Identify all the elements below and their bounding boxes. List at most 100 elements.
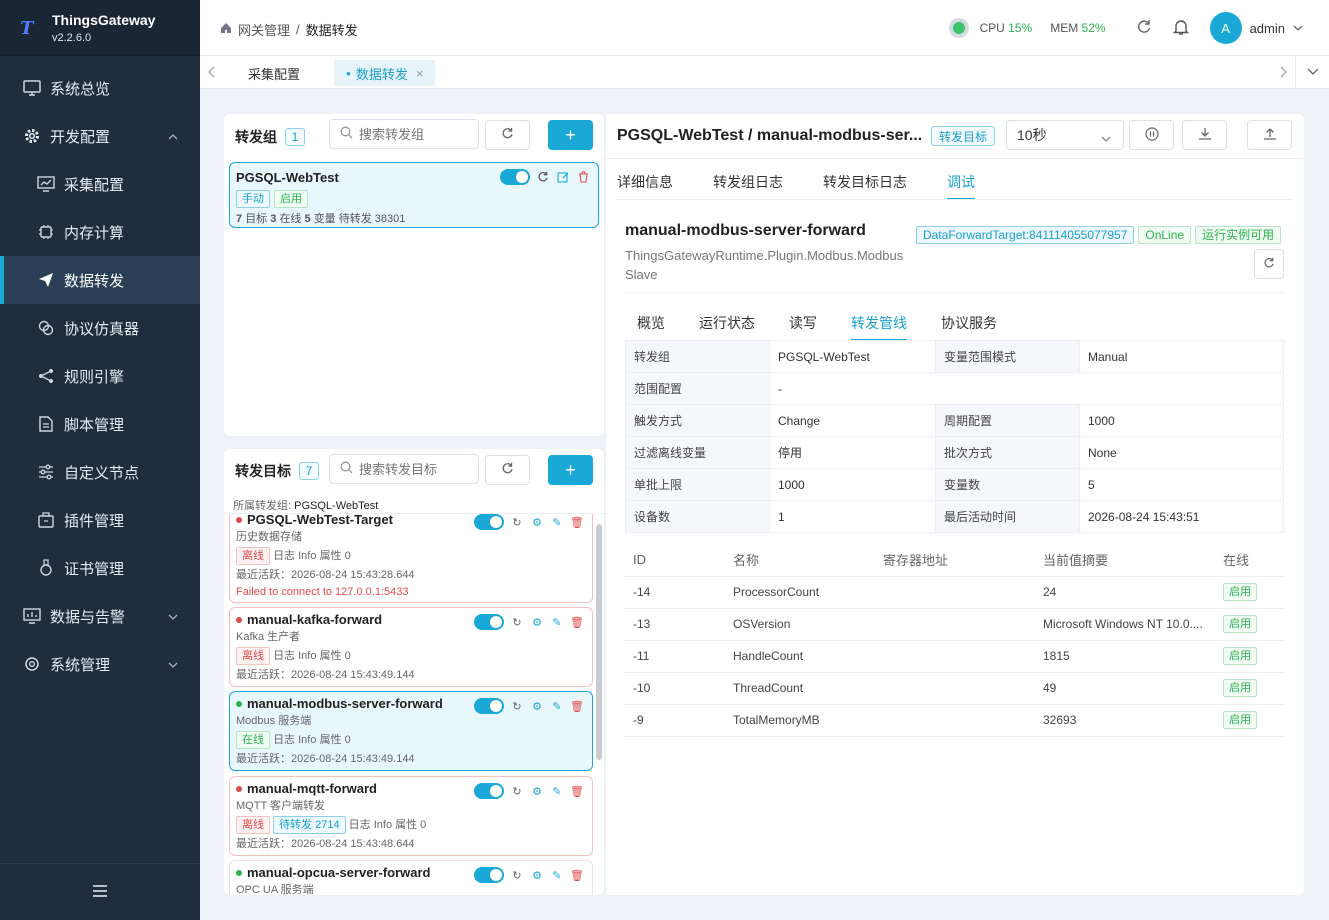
group-stats: 7 目标 3 在线 5 变量 待转发 38301 — [236, 210, 405, 226]
tab-data-forward[interactable]: ● 数据转发 × — [334, 60, 436, 86]
group-card[interactable]: PGSQL-WebTest 手动 启用 7 目标 3 在线 5 变量 待转发 3… — [229, 162, 599, 228]
target-card-selected[interactable]: manual-modbus-server-forward ↻ ⚙ ✎ 🗑 Modbus… — [229, 691, 593, 771]
table-row[interactable]: -10 ThreadCount 49 启用 — [625, 672, 1284, 705]
refresh-icon[interactable] — [1136, 19, 1152, 38]
interval-value: 10秒 — [1017, 127, 1047, 143]
edit-icon[interactable]: ✎ — [550, 515, 564, 529]
sidebar-item-rule-engine[interactable]: 规则引擎 — [0, 352, 200, 400]
edit-icon[interactable]: ✎ — [550, 699, 564, 713]
subtab-overview[interactable]: 概览 — [637, 313, 665, 333]
sidebar-item-memory-compute[interactable]: 内存计算 — [0, 208, 200, 256]
subtab-protocol[interactable]: 协议服务 — [941, 313, 997, 333]
breadcrumb-item[interactable]: 网关管理 — [238, 20, 290, 39]
refresh-icon[interactable]: ↻ — [510, 699, 524, 713]
target-list-scrollbar[interactable] — [596, 524, 602, 760]
edit-icon[interactable]: ✎ — [550, 615, 564, 629]
tab-debug[interactable]: 调试 — [947, 172, 975, 200]
delete-icon[interactable]: 🗑 — [570, 515, 584, 529]
sidebar-item-simulator[interactable]: 协议仿真器 — [0, 304, 200, 352]
sidebar-item-custom-node[interactable]: 自定义节点 — [0, 448, 200, 496]
target-enable-toggle[interactable] — [474, 867, 504, 883]
target-search-field[interactable] — [359, 461, 469, 477]
table-row[interactable]: -11 HandleCount 1815 启用 — [625, 640, 1284, 673]
table-row[interactable]: -13 OSVersion Microsoft Windows NT 10.0...… — [625, 608, 1284, 641]
sidebar-item-label: 系统总览 — [50, 80, 111, 98]
subtab-pipeline[interactable]: 转发管线 — [851, 313, 907, 341]
chevron-right-icon[interactable] — [1279, 66, 1287, 81]
refresh-icon[interactable]: ↻ — [510, 784, 524, 798]
target-card[interactable]: manual-mqtt-forward ↻ ⚙ ✎ 🗑 MQTT 客户端转发 离线 待… — [229, 776, 593, 856]
delete-icon[interactable]: 🗑 — [570, 699, 584, 713]
chevron-down-icon[interactable] — [1295, 56, 1329, 88]
edit-icon[interactable] — [556, 170, 570, 184]
delete-icon[interactable]: 🗑 — [570, 784, 584, 798]
refresh-groups-button[interactable] — [485, 120, 530, 150]
table-row[interactable]: -9 TotalMemoryMB 32693 启用 — [625, 704, 1284, 737]
sidebar-item-script[interactable]: 脚本管理 — [0, 400, 200, 448]
target-search-input[interactable] — [329, 454, 479, 484]
table-row[interactable]: -14 ProcessorCount 24 启用 — [625, 576, 1284, 609]
avatar[interactable]: A — [1209, 12, 1242, 44]
delete-icon[interactable]: 🗑 — [570, 868, 584, 882]
sidebar-item-system[interactable]: 系统管理 — [0, 640, 200, 688]
kv-value: PGSQL-WebTest — [769, 340, 936, 373]
group-enable-toggle[interactable] — [500, 169, 530, 185]
sidebar-item-plugin[interactable]: 插件管理 — [0, 496, 200, 544]
tab-details[interactable]: 详细信息 — [617, 172, 673, 192]
target-card[interactable]: manual-kafka-forward ↻ ⚙ ✎ 🗑 Kafka 生产者 离线 日… — [229, 607, 593, 687]
kv-value: 1000 — [1079, 404, 1284, 437]
target-name: manual-mqtt-forward — [247, 781, 377, 796]
settings-icon[interactable]: ⚙ — [530, 784, 544, 798]
group-search-field[interactable] — [359, 126, 469, 142]
refresh-interval-select[interactable]: 10秒 — [1006, 120, 1124, 150]
target-card[interactable]: manual-opcua-server-forward ↻ ⚙ ✎ 🗑 OPC UA … — [229, 860, 593, 895]
target-enable-toggle[interactable] — [474, 614, 504, 630]
user-name[interactable]: admin — [1250, 21, 1285, 36]
subtab-readwrite[interactable]: 读写 — [789, 313, 817, 333]
download-button[interactable] — [1182, 120, 1227, 150]
collapse-sidebar-button[interactable] — [0, 863, 200, 920]
tab-group-log[interactable]: 转发组日志 — [713, 172, 783, 192]
chevron-down-icon[interactable] — [1293, 21, 1303, 36]
target-desc: OPC UA 服务端 — [236, 884, 314, 895]
last-active: 最近活跃：2026-08-24 15:43:49.144 — [236, 753, 415, 765]
add-group-button[interactable]: + — [548, 120, 593, 150]
edit-icon[interactable]: ✎ — [550, 868, 564, 882]
tab-collect-config[interactable]: 采集配置 — [236, 60, 312, 86]
refresh-targets-button[interactable] — [485, 455, 530, 485]
upload-button[interactable] — [1247, 120, 1292, 150]
sidebar-item-overview[interactable]: 系统总览 — [0, 64, 200, 112]
target-card[interactable]: PGSQL-WebTest-Target ↻ ⚙ ✎ 🗑 历史数据存储 离线 日志 I… — [229, 514, 593, 603]
target-enable-toggle[interactable] — [474, 783, 504, 799]
settings-icon[interactable]: ⚙ — [530, 515, 544, 529]
sidebar-item-data-alarm[interactable]: 数据与告警 — [0, 592, 200, 640]
chevron-left-icon[interactable] — [208, 66, 216, 81]
close-icon[interactable]: × — [416, 66, 424, 81]
delete-icon[interactable]: 🗑 — [570, 615, 584, 629]
add-target-button[interactable]: + — [548, 455, 593, 485]
subtab-runtime[interactable]: 运行状态 — [699, 313, 755, 333]
refresh-detail-button[interactable] — [1254, 249, 1284, 279]
target-enable-toggle[interactable] — [474, 514, 504, 530]
edit-icon[interactable]: ✎ — [550, 784, 564, 798]
kv-row: 触发方式 Change 周期配置 1000 — [625, 404, 1284, 437]
cell-address — [875, 672, 1035, 705]
refresh-icon[interactable]: ↻ — [510, 515, 524, 529]
sidebar-item-collect-config[interactable]: 采集配置 — [0, 160, 200, 208]
sidebar-item-dev-config[interactable]: 开发配置 — [0, 112, 200, 160]
bell-icon[interactable] — [1172, 18, 1190, 39]
refresh-icon[interactable]: ↻ — [510, 868, 524, 882]
settings-icon[interactable]: ⚙ — [530, 699, 544, 713]
refresh-icon[interactable] — [536, 170, 550, 184]
target-enable-toggle[interactable] — [474, 698, 504, 714]
sidebar-item-certificate[interactable]: 证书管理 — [0, 544, 200, 592]
refresh-icon[interactable]: ↻ — [510, 615, 524, 629]
settings-icon[interactable]: ⚙ — [530, 868, 544, 882]
tab-target-log[interactable]: 转发目标日志 — [823, 172, 907, 192]
sidebar-item-data-forward[interactable]: 数据转发 — [0, 256, 200, 304]
pause-button[interactable] — [1129, 120, 1174, 150]
sidebar-item-label: 自定义节点 — [64, 464, 140, 482]
group-search-input[interactable] — [329, 119, 479, 149]
settings-icon[interactable]: ⚙ — [530, 615, 544, 629]
delete-icon[interactable] — [576, 170, 590, 184]
